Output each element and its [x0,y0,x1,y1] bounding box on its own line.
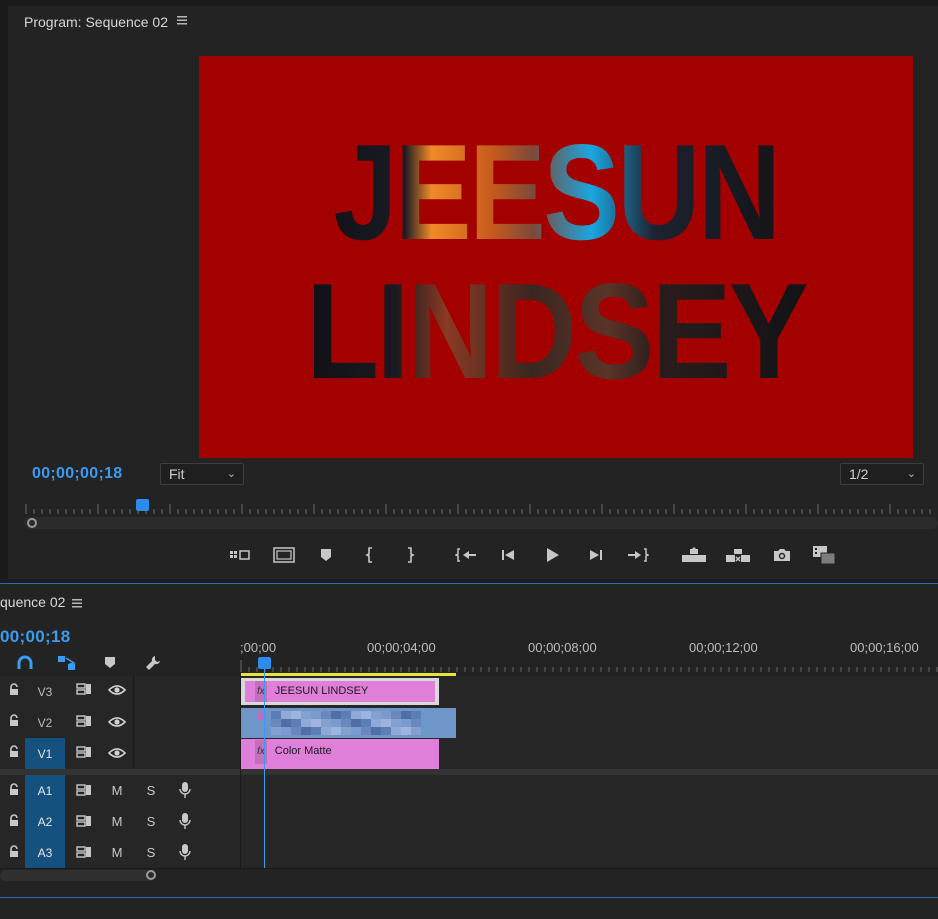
time-ruler[interactable] [24,500,938,518]
sync-lock-icon[interactable] [74,746,94,761]
ruler-label: 00;00;16;00 [850,640,919,655]
linked-selection-icon[interactable] [57,655,77,676]
sync-lock-icon[interactable] [74,784,94,799]
lock-icon[interactable] [4,745,24,761]
mark-in-icon[interactable] [355,541,385,569]
mute-button[interactable]: M [107,783,127,798]
sync-lock-icon[interactable] [74,815,94,830]
track-label-a1[interactable]: A1 [25,775,65,806]
hamburger-menu-icon[interactable] [71,596,83,614]
resolution-select-value: 1/2 [849,466,869,482]
solo-button[interactable]: S [141,814,161,829]
fx-badge: fx [255,681,267,702]
sync-lock-icon[interactable] [74,846,94,861]
panel-divider [0,897,938,898]
snap-magnet-icon[interactable] [16,655,34,676]
ruler-label: 00;00;04;00 [367,640,436,655]
safe-margins-icon[interactable] [269,541,299,569]
mark-out-icon[interactable] [395,541,425,569]
sync-lock-icon[interactable] [74,715,94,730]
comparison-view-icon[interactable] [809,541,839,569]
go-to-in-icon[interactable] [451,541,481,569]
ruler-label: 00;00;12;00 [689,640,758,655]
sync-lock-icon[interactable] [74,683,94,698]
export-frame-icon[interactable] [767,541,797,569]
add-marker-icon[interactable] [311,541,341,569]
ruler-label: ;00;00 [240,640,277,655]
track-label-v3[interactable]: V3 [25,676,65,707]
step-forward-icon[interactable] [581,541,611,569]
settings-icon[interactable] [225,541,255,569]
track-label-v2[interactable]: V2 [25,707,65,738]
playhead-line [264,668,265,868]
timeline-title[interactable]: quence 02 [0,594,65,610]
panel-divider [0,0,938,6]
track-label-a3[interactable]: A3 [25,837,65,868]
add-marker-icon[interactable] [104,656,116,674]
mute-button[interactable]: M [107,814,127,829]
microphone-icon[interactable] [175,781,195,802]
lock-icon[interactable] [4,845,24,861]
video-track-v3 [0,676,938,708]
eye-icon[interactable] [107,684,127,699]
solo-button[interactable]: S [141,783,161,798]
eye-icon[interactable] [107,747,127,762]
fx-badge: fx [255,740,267,764]
zoom-handle[interactable] [146,870,156,880]
video-track-v1 [0,738,938,770]
solo-button[interactable]: S [141,845,161,860]
zoom-scrollbar[interactable] [24,517,938,529]
mute-button[interactable]: M [107,845,127,860]
clip-name: Color Matte [274,745,332,757]
program-timecode[interactable]: 00;00;00;18 [32,465,122,483]
lift-icon[interactable] [679,541,709,569]
extract-icon[interactable] [723,541,753,569]
timeline-timecode[interactable]: 00;00;18 [0,627,70,647]
clip-v3-body: fx JEESUN LINDSEY [245,681,435,702]
program-monitor-title[interactable]: Program: Sequence 02 [24,14,168,30]
playhead-handle[interactable] [136,499,149,511]
track-label-v1[interactable]: V1 [25,738,65,769]
chevron-down-icon: ⌄ [226,468,236,480]
horizontal-scrollbar[interactable] [0,870,155,881]
microphone-icon[interactable] [175,812,195,833]
lock-icon[interactable] [4,714,24,730]
wrench-icon[interactable] [144,654,162,677]
microphone-icon[interactable] [175,843,195,864]
fit-select-value: Fit [169,466,185,482]
go-to-out-icon[interactable] [623,541,653,569]
ruler-label: 00;00;08;00 [528,640,597,655]
header-divider [133,676,134,769]
clip-v3-title[interactable]: fx JEESUN LINDSEY [241,678,439,705]
video-title-line1: JEESUN [334,116,779,268]
play-icon[interactable] [537,541,567,569]
hamburger-menu-icon[interactable] [176,13,188,30]
step-back-icon[interactable] [493,541,523,569]
panel-divider [0,0,8,579]
program-monitor-panel: Program: Sequence 02 JEESUN LINDSEY 00;0… [0,0,938,579]
video-preview[interactable]: JEESUN LINDSEY [199,56,913,458]
playhead-handle[interactable] [258,657,271,669]
video-track-v2 [0,707,938,739]
fit-select[interactable]: Fit ⌄ [160,463,244,485]
clip-name: JEESUN LINDSEY [274,685,369,697]
chevron-down-icon: ⌄ [906,468,916,480]
video-title-line2: LINDSEY [306,255,807,407]
lock-icon[interactable] [4,783,24,799]
resolution-select[interactable]: 1/2 ⌄ [840,463,924,485]
timeline-ruler[interactable]: ;00;00 00;00;04;00 00;00;08;00 00;00;12;… [240,640,938,676]
zoom-handle[interactable] [27,518,37,528]
clip-v1-color-matte[interactable]: fx Color Matte [241,739,439,769]
clip-v2-video[interactable] [241,708,456,738]
lock-icon[interactable] [4,683,24,699]
eye-icon[interactable] [107,716,127,731]
lock-icon[interactable] [4,814,24,830]
transport-controls [225,541,839,569]
track-label-a2[interactable]: A2 [25,806,65,837]
